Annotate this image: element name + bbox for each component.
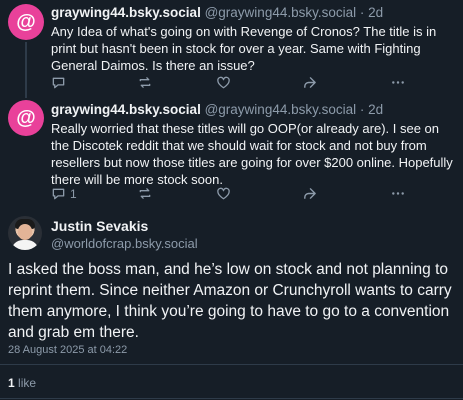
- reply-button[interactable]: 1: [51, 186, 77, 201]
- avatar-justin-sevakis[interactable]: [8, 216, 42, 250]
- reply-icon: [52, 188, 65, 200]
- post-actions: [51, 75, 411, 91]
- main-author-name[interactable]: Justin Sevakis: [51, 218, 148, 234]
- divider: [0, 364, 463, 365]
- post-timestamp[interactable]: 28 August 2025 at 04:22: [8, 344, 127, 356]
- like-icon: [217, 76, 230, 89]
- thread-connector: [25, 42, 27, 98]
- like-label: like: [18, 376, 37, 390]
- share-button[interactable]: [302, 75, 317, 90]
- repost-icon: [139, 77, 151, 88]
- separator-dot: ·: [359, 5, 365, 20]
- reply-post-2[interactable]: @ graywing44.bsky.social @graywing44.bsk…: [0, 98, 463, 206]
- more-button[interactable]: [390, 75, 406, 90]
- reply-button[interactable]: [51, 75, 70, 90]
- share-button[interactable]: [302, 186, 317, 201]
- like-count: 1: [8, 376, 15, 390]
- main-author-handle[interactable]: @worldofcrap.bsky.social: [51, 236, 198, 251]
- reply-icon: [52, 77, 65, 89]
- avatar-graywing44[interactable]: @: [8, 4, 44, 40]
- divider: [0, 398, 463, 399]
- main-post-text: I asked the boss man, and he’s low on st…: [8, 261, 452, 341]
- likes-summary[interactable]: 1 like: [8, 376, 36, 390]
- post-actions: 1: [51, 186, 411, 202]
- author-display-name[interactable]: graywing44.bsky.social: [51, 5, 201, 20]
- author-handle[interactable]: @graywing44.bsky.social: [205, 102, 357, 117]
- repost-button[interactable]: [137, 75, 153, 90]
- share-icon: [304, 77, 316, 88]
- more-button[interactable]: [390, 186, 406, 201]
- share-icon: [304, 188, 316, 199]
- repost-button[interactable]: [137, 186, 153, 201]
- post-time[interactable]: 2d: [368, 5, 383, 20]
- post-text: Any Idea of what's going on with Revenge…: [51, 24, 437, 73]
- like-icon: [217, 187, 230, 200]
- post-header: graywing44.bsky.social @graywing44.bsky.…: [51, 5, 383, 20]
- author-display-name[interactable]: graywing44.bsky.social: [51, 102, 201, 117]
- author-handle[interactable]: @graywing44.bsky.social: [205, 5, 357, 20]
- more-icon: [392, 192, 404, 195]
- post-text: Really worried that these titles will go…: [51, 121, 453, 187]
- avatar-face: [18, 224, 32, 240]
- reply-count: 1: [70, 186, 77, 201]
- reply-post-1[interactable]: @ graywing44.bsky.social @graywing44.bsk…: [0, 0, 463, 98]
- avatar-shirt: [11, 240, 39, 250]
- like-button[interactable]: [216, 75, 231, 90]
- post-header: graywing44.bsky.social @graywing44.bsky.…: [51, 102, 383, 117]
- like-button[interactable]: [216, 186, 231, 201]
- post-time[interactable]: 2d: [368, 102, 383, 117]
- repost-icon: [139, 188, 151, 199]
- more-icon: [392, 81, 404, 84]
- separator-dot: ·: [359, 102, 365, 117]
- avatar-graywing44[interactable]: @: [8, 100, 44, 136]
